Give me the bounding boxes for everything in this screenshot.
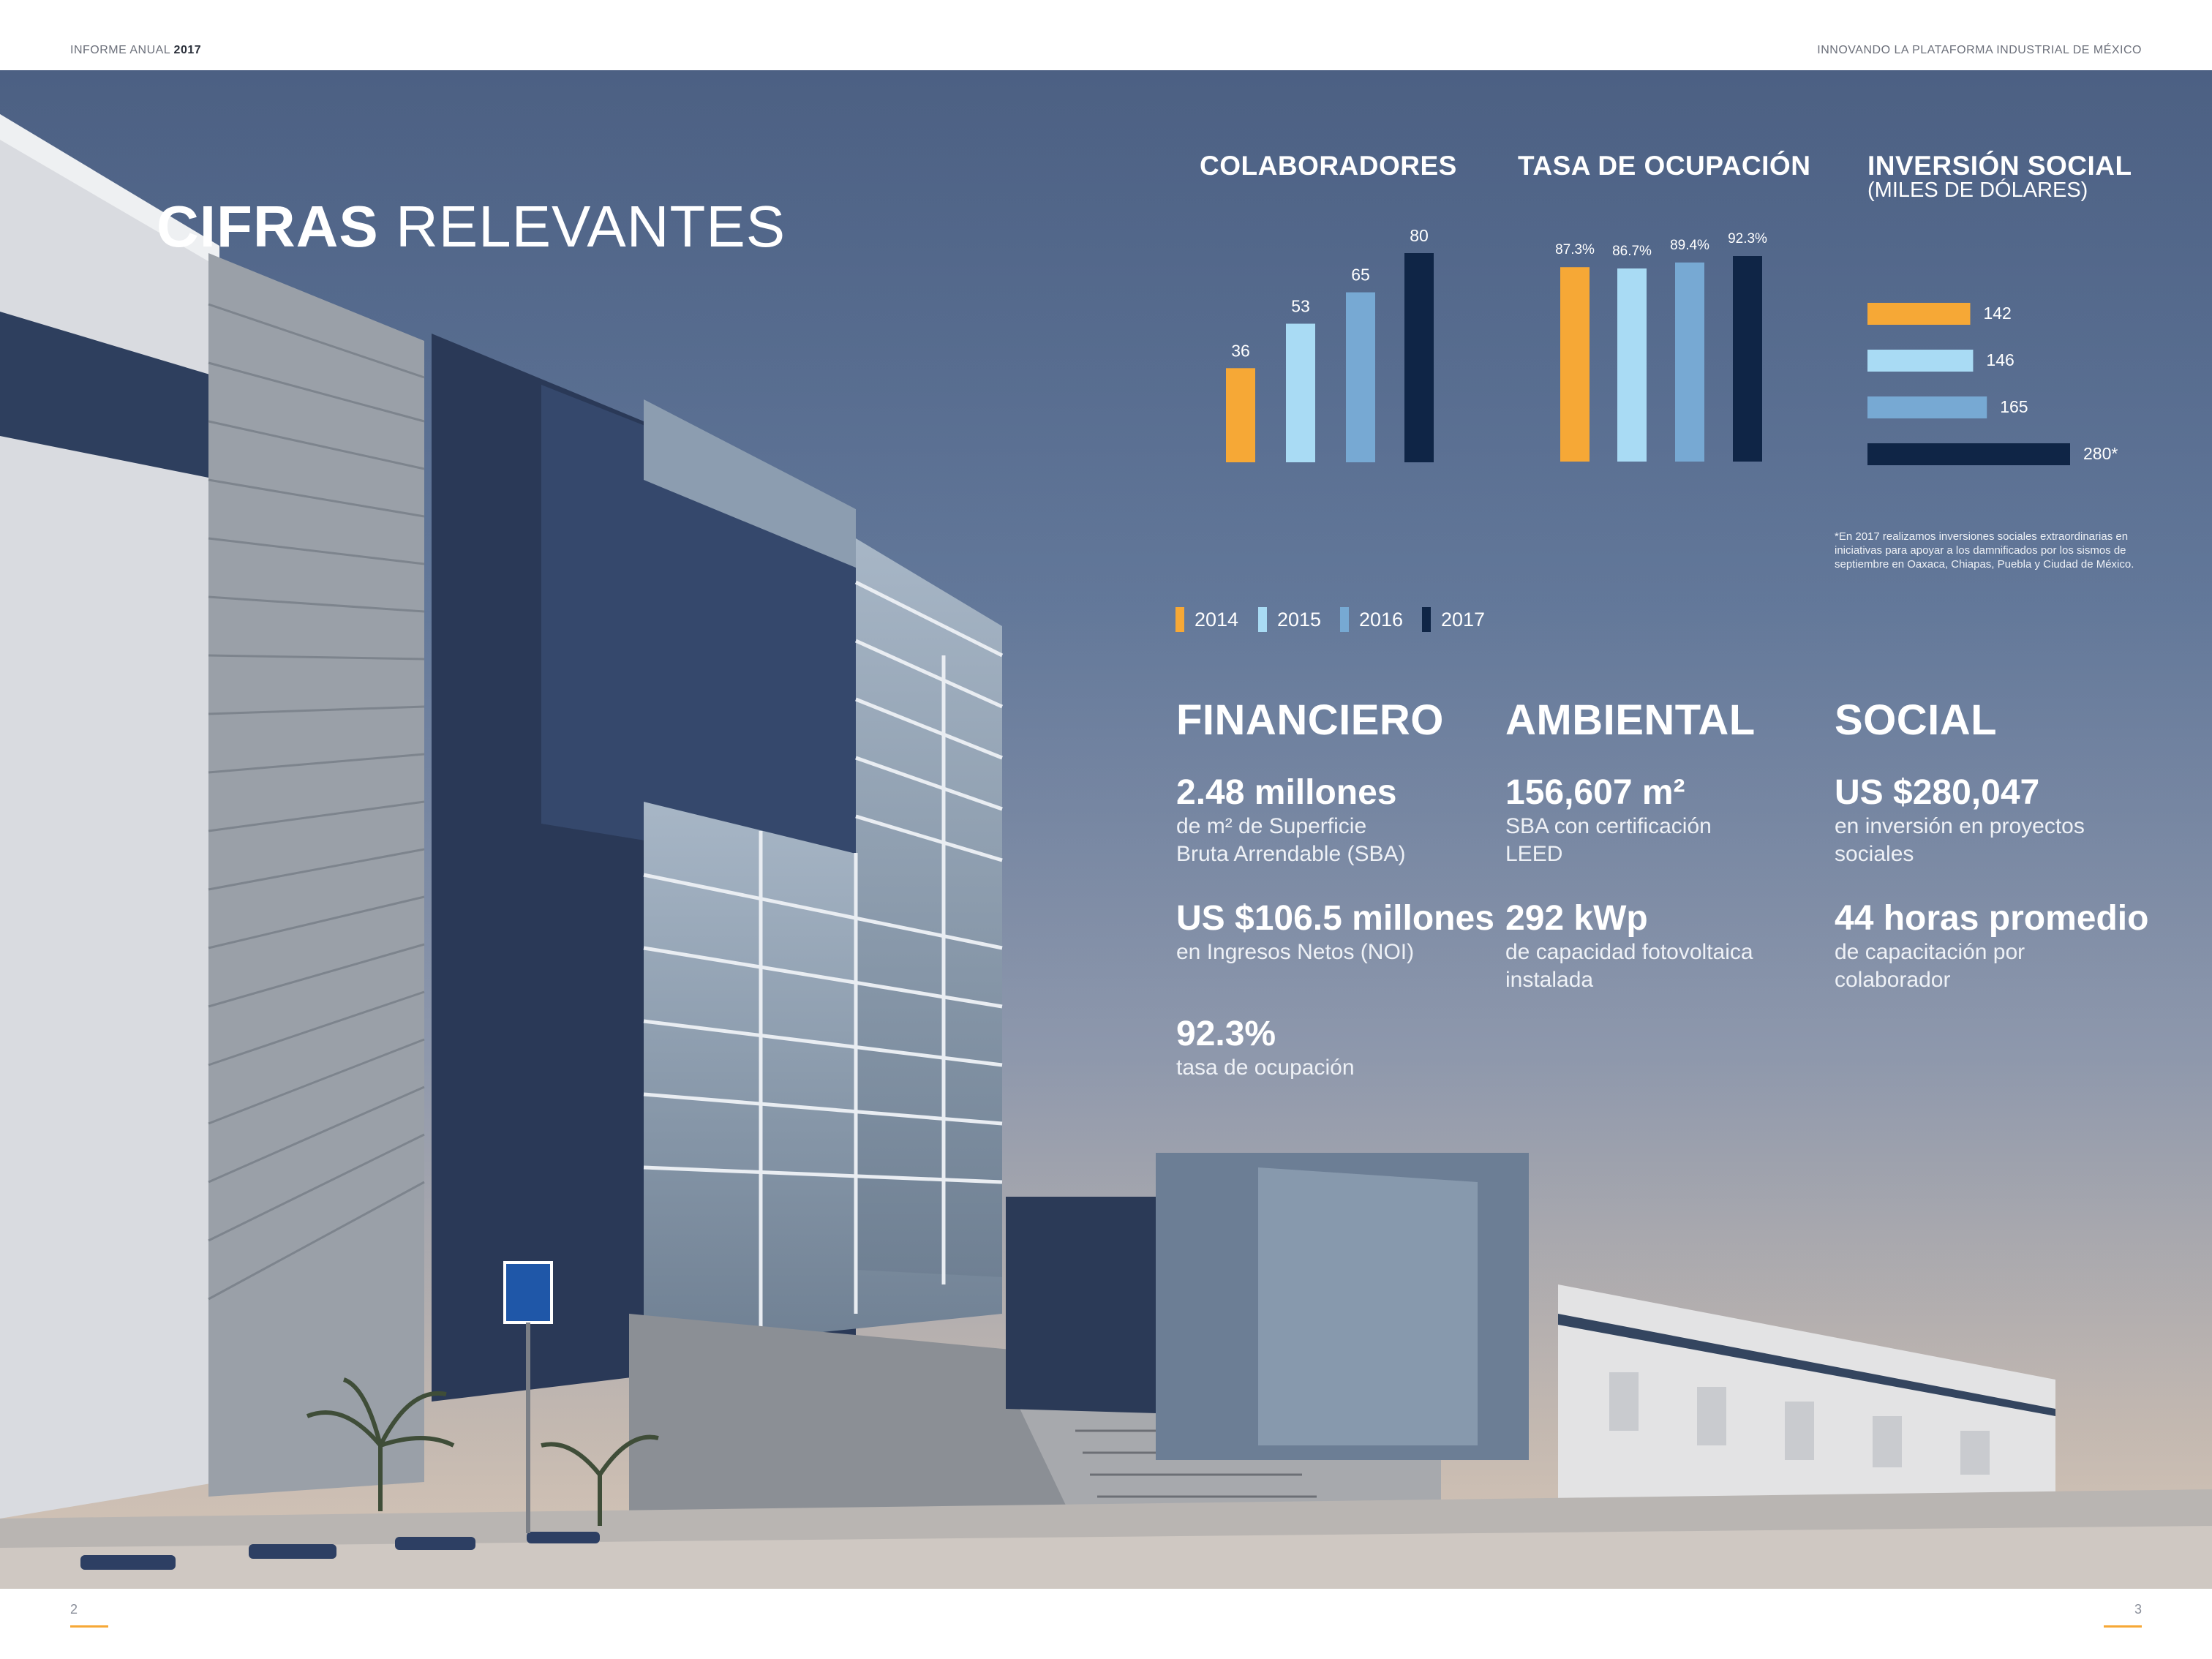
kpi-desc: instalada bbox=[1505, 967, 1594, 992]
bar-colaboradores-2014 bbox=[1226, 368, 1255, 462]
page-accent-line-left bbox=[70, 1625, 108, 1628]
header-tagline: INNOVANDO LA PLATAFORMA INDUSTRIAL DE MÉ… bbox=[1817, 44, 2142, 56]
bar-ocupacion-2016 bbox=[1675, 262, 1704, 462]
kpi-desc: Bruta Arrendable (SBA) bbox=[1176, 841, 1406, 866]
bar-inversion-2016 bbox=[1867, 396, 1987, 418]
legend-swatch-2015 bbox=[1258, 607, 1267, 632]
bar-inversion-2014 bbox=[1867, 303, 1971, 325]
bar-label-ocupacion-2016: 89.4% bbox=[1670, 238, 1709, 253]
kpi-value: 2.48 millones bbox=[1176, 773, 1397, 812]
page-number-right: 3 bbox=[2134, 1602, 2142, 1617]
section-title-ambiental: AMBIENTAL bbox=[1505, 696, 1756, 744]
section-title-financiero: FINANCIERO bbox=[1176, 696, 1444, 744]
page-number-left: 2 bbox=[70, 1602, 78, 1617]
kpi-value: 44 horas promedio bbox=[1835, 899, 2149, 938]
bar-label-ocupacion-2015: 86.7% bbox=[1612, 244, 1652, 259]
bar-label-colaboradores-2015: 53 bbox=[1291, 297, 1310, 316]
kpi-noi: US $106.5 millones en Ingresos Netos (NO… bbox=[1176, 898, 1494, 966]
legend-swatch-2016 bbox=[1340, 607, 1349, 632]
legend-item-2017: 2017 bbox=[1422, 607, 1485, 632]
kpi-sba: 2.48 millones de m² de Superficie Bruta … bbox=[1176, 772, 1406, 868]
bar-inversion-2015 bbox=[1867, 350, 1974, 372]
chart-colaboradores: 36 53 65 80 bbox=[1226, 226, 1434, 462]
kpi-desc: SBA con certificación bbox=[1505, 814, 1712, 838]
bar-label-inversion-2017: 280* bbox=[2083, 444, 2118, 463]
kpi-desc: LEED bbox=[1505, 841, 1563, 866]
kpi-desc: de m² de Superficie bbox=[1176, 814, 1367, 838]
bar-colaboradores-2015 bbox=[1286, 323, 1315, 462]
kpi-desc: sociales bbox=[1835, 841, 1914, 866]
bar-label-ocupacion-2014: 87.3% bbox=[1555, 242, 1595, 257]
kpi-fotovoltaica: 292 kWp de capacidad fotovoltaica instal… bbox=[1505, 898, 1753, 993]
kpi-desc: colaborador bbox=[1835, 967, 1951, 992]
kpi-value: US $280,047 bbox=[1835, 773, 2040, 812]
kpi-value: 292 kWp bbox=[1505, 899, 1648, 938]
bar-ocupacion-2017 bbox=[1733, 256, 1762, 462]
legend-item-2014: 2014 bbox=[1175, 607, 1238, 632]
bar-colaboradores-2016 bbox=[1346, 292, 1375, 462]
kpi-leed: 156,607 m² SBA con certificación LEED bbox=[1505, 772, 1712, 868]
bar-ocupacion-2015 bbox=[1617, 268, 1647, 462]
legend-item-2015: 2015 bbox=[1258, 607, 1321, 632]
kpi-value: US $106.5 millones bbox=[1176, 899, 1494, 938]
bar-inversion-2017 bbox=[1867, 443, 2070, 465]
kpi-capacitacion: 44 horas promedio de capacitación por co… bbox=[1835, 898, 2148, 993]
legend-swatch-2014 bbox=[1175, 607, 1184, 632]
kpi-desc: de capacidad fotovoltaica bbox=[1505, 940, 1753, 964]
chart-ocupacion: 87.3% 86.7% 89.4% 92.3% bbox=[1555, 231, 1767, 462]
section-title-social: SOCIAL bbox=[1835, 696, 1998, 744]
footnote-inversion-social: *En 2017 realizamos inversiones sociales… bbox=[1835, 530, 2134, 571]
kpi-desc: de capacitación por bbox=[1835, 940, 2025, 964]
building-photo: CIFRAS RELEVANTES COLABORADORES TASA DE … bbox=[0, 70, 2212, 1589]
bar-ocupacion-2014 bbox=[1560, 267, 1590, 462]
page-accent-line-right bbox=[2104, 1625, 2142, 1628]
bar-colaboradores-2017 bbox=[1404, 253, 1434, 462]
kpi-desc: en Ingresos Netos (NOI) bbox=[1176, 940, 1415, 964]
bar-label-colaboradores-2017: 80 bbox=[1410, 226, 1429, 245]
bar-label-inversion-2015: 146 bbox=[1986, 350, 2014, 369]
kpi-ocupacion: 92.3% tasa de ocupación bbox=[1176, 1014, 1355, 1082]
bar-label-inversion-2014: 142 bbox=[1983, 304, 2011, 323]
bar-label-colaboradores-2014: 36 bbox=[1231, 341, 1250, 360]
kpi-value: 156,607 m² bbox=[1505, 773, 1685, 812]
header-report-title: INFORME ANUAL 2017 bbox=[70, 44, 202, 56]
legend-swatch-2017 bbox=[1422, 607, 1431, 632]
kpi-desc: en inversión en proyectos bbox=[1835, 814, 2085, 838]
bar-label-ocupacion-2017: 92.3% bbox=[1728, 231, 1767, 247]
kpi-inversion: US $280,047 en inversión en proyectos so… bbox=[1835, 772, 2085, 868]
bar-label-colaboradores-2016: 65 bbox=[1351, 266, 1370, 285]
kpi-desc: tasa de ocupación bbox=[1176, 1056, 1355, 1080]
kpi-value: 92.3% bbox=[1176, 1015, 1276, 1053]
bar-label-inversion-2016: 165 bbox=[2000, 397, 2028, 416]
legend-item-2016: 2016 bbox=[1340, 607, 1403, 632]
chart-inversion-social: 142 146 165 280* bbox=[1867, 303, 2118, 465]
